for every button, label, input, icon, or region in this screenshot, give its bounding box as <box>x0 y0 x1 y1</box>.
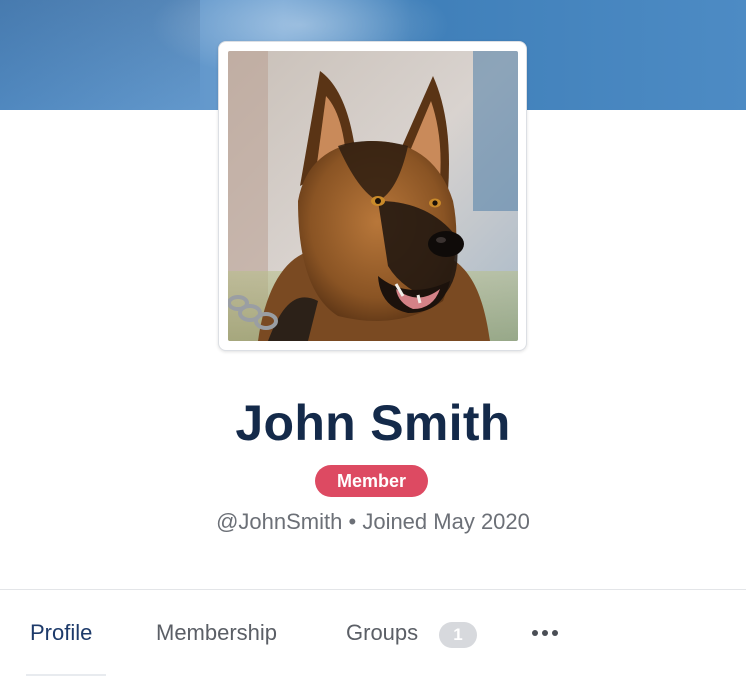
more-dot <box>552 630 558 636</box>
role-badge: Member <box>315 465 428 497</box>
avatar[interactable] <box>218 41 527 351</box>
tab-membership[interactable]: Membership <box>156 620 277 646</box>
avatar-photo <box>228 51 518 341</box>
more-dot <box>542 630 548 636</box>
profile-page: John Smith Member @JohnSmith • Joined Ma… <box>0 0 746 676</box>
more-horizontal-icon[interactable] <box>530 628 560 638</box>
profile-handle: @JohnSmith <box>216 509 343 534</box>
groups-count-badge: 1 <box>439 622 477 648</box>
profile-name: John Smith <box>235 395 511 451</box>
tab-profile[interactable]: Profile <box>30 620 92 646</box>
more-dot <box>532 630 538 636</box>
profile-joined-date: Joined May 2020 <box>362 509 530 534</box>
profile-meta: @JohnSmith • Joined May 2020 <box>0 509 746 535</box>
profile-tabs: Profile Membership Groups 1 <box>0 590 746 676</box>
meta-separator: • <box>348 509 357 534</box>
tab-groups[interactable]: Groups <box>346 620 418 646</box>
